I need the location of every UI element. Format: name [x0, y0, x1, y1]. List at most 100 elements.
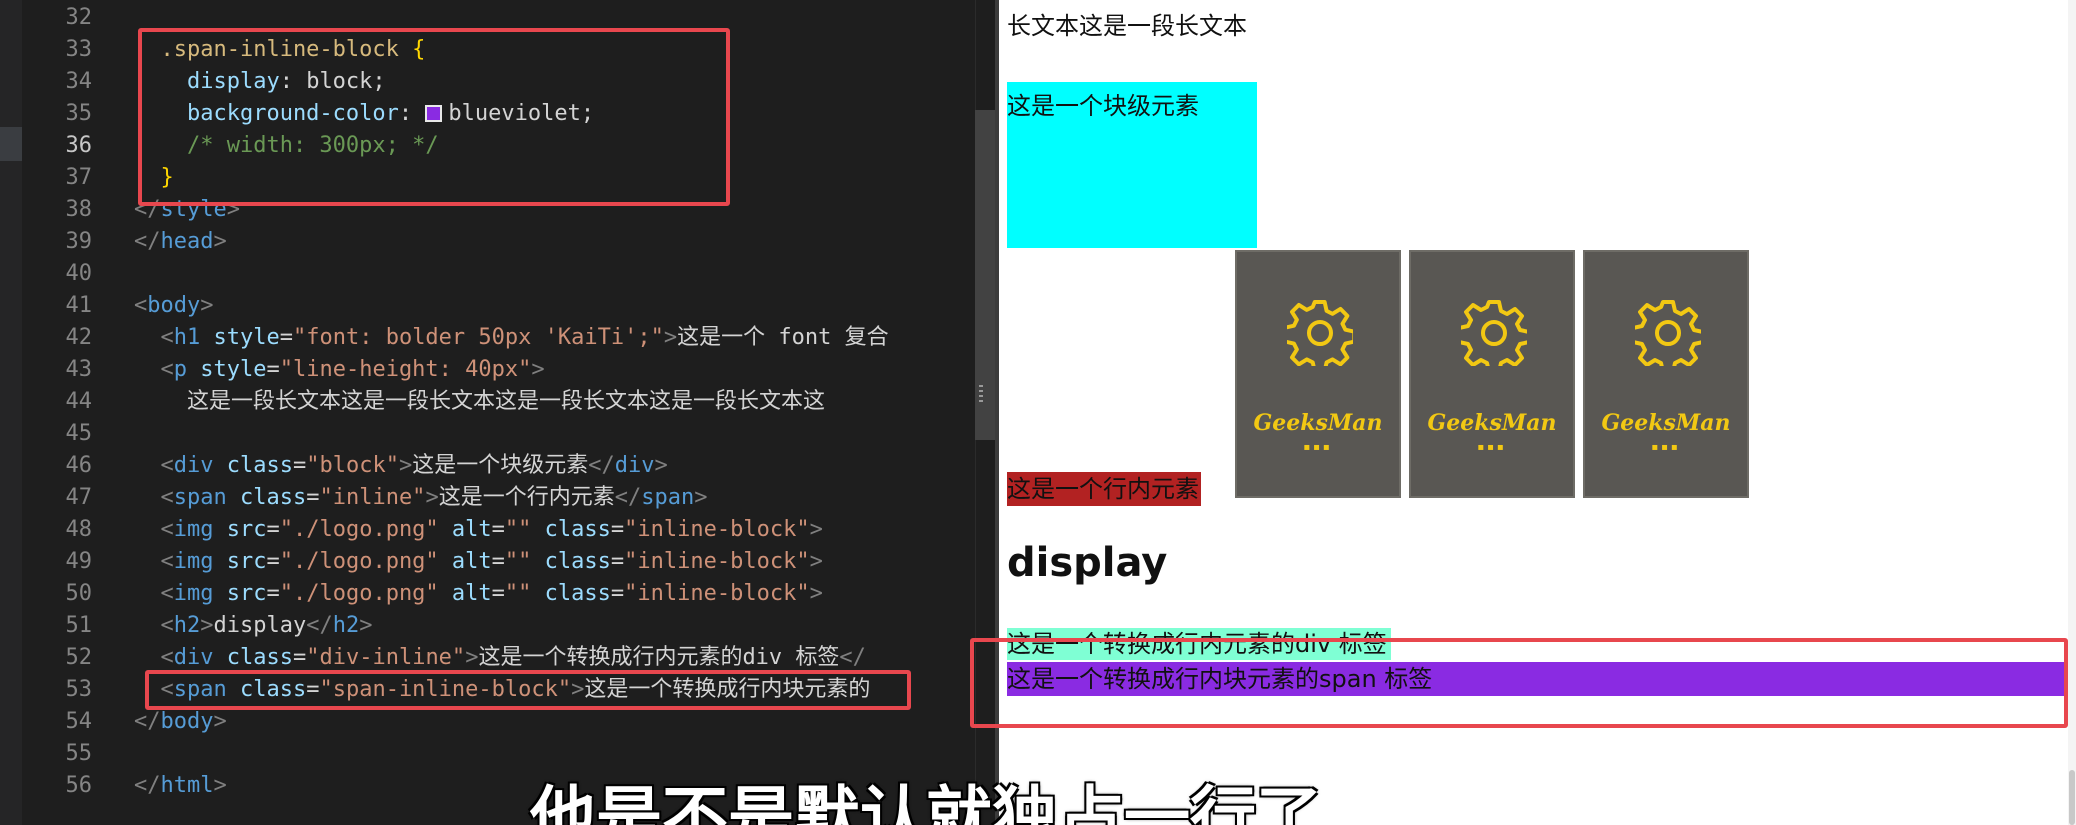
code-line[interactable]: 51 <h2>display</h2> — [0, 610, 995, 642]
code-token: alt — [438, 549, 492, 574]
code-token: "./logo.png" — [279, 549, 439, 574]
code-token: </ — [134, 709, 161, 734]
code-token: = — [306, 485, 320, 510]
code-text[interactable]: <img src="./logo.png" alt="" class="inli… — [134, 546, 822, 578]
code-line[interactable]: 48 <img src="./logo.png" alt="" class="i… — [0, 514, 995, 546]
code-text[interactable]: <body> — [134, 290, 213, 322]
code-token: div — [614, 453, 655, 478]
code-token: "inline" — [319, 485, 426, 510]
code-line[interactable]: 47 <span class="inline">这是一个行内元素</span> — [0, 482, 995, 514]
code-token: class — [531, 581, 611, 606]
code-token: = — [266, 357, 280, 382]
code-token: "block" — [306, 453, 399, 478]
code-line[interactable]: 44 这是一段长文本这是一段长文本这是一段长文本这是一段长文本这 — [0, 386, 995, 418]
code-token: = — [491, 549, 505, 574]
code-token: src — [213, 549, 267, 574]
code-token: display — [213, 613, 307, 638]
logo-dots: ▪▪▪ — [1477, 442, 1507, 453]
code-token: < — [134, 645, 174, 670]
code-token: body — [147, 293, 201, 318]
code-line[interactable]: 41 <body> — [0, 290, 995, 322]
code-token: body — [160, 709, 214, 734]
code-token: alt — [438, 517, 492, 542]
code-token: style — [200, 325, 280, 350]
code-token: </ — [134, 773, 161, 798]
code-token: "line-height: 40px" — [279, 357, 532, 382]
line-number: 38 — [65, 197, 93, 222]
line-number: 55 — [65, 741, 93, 766]
code-token: class — [213, 645, 293, 670]
code-token: > — [809, 581, 823, 606]
code-token: > — [200, 613, 214, 638]
code-token: = — [279, 325, 293, 350]
line-number: 50 — [65, 581, 93, 606]
editor-scroll-thumb[interactable] — [975, 110, 995, 440]
code-text[interactable]: </head> — [134, 226, 227, 258]
gear-icon — [1461, 300, 1527, 366]
code-line[interactable]: 46 <div class="block">这是一个块级元素</div> — [0, 450, 995, 482]
gear-icon — [1635, 300, 1701, 366]
code-token: 这是一个行内元素 — [438, 485, 615, 510]
code-line[interactable]: 42 <h1 style="font: bolder 50px 'KaiTi';… — [0, 322, 995, 354]
code-token: class — [531, 549, 611, 574]
preview-block-label: 这是一个块级元素 — [1007, 92, 1199, 120]
code-token: < — [134, 613, 174, 638]
logo-wordmark: GeeksMan — [1253, 410, 1383, 436]
code-line[interactable]: 49 <img src="./logo.png" alt="" class="i… — [0, 546, 995, 578]
code-token: p — [173, 357, 187, 382]
code-token: </ — [134, 229, 161, 254]
code-token: </ — [614, 485, 642, 510]
code-line[interactable]: 39 </head> — [0, 226, 995, 258]
line-number: 37 — [65, 165, 93, 190]
code-token: img — [173, 581, 214, 606]
code-text[interactable]: <p style="line-height: 40px"> — [134, 354, 544, 386]
code-line[interactable]: 40 — [0, 258, 995, 290]
code-token: = — [292, 453, 307, 478]
code-text[interactable]: </html> — [134, 770, 227, 802]
code-token: = — [610, 517, 625, 542]
code-line[interactable]: 55 — [0, 738, 995, 770]
code-text[interactable]: <h2>display</h2> — [134, 610, 372, 642]
code-token: class — [531, 517, 611, 542]
code-token: 这是一段长文本这是一段长文本这是一段长文本这是一段长文本这 — [134, 389, 825, 414]
code-line[interactable]: 45 — [0, 418, 995, 450]
code-token: = — [292, 645, 307, 670]
code-text[interactable]: <span class="inline">这是一个行内元素</span> — [134, 482, 707, 514]
code-token: 这是一个 font 复合 — [677, 325, 889, 350]
code-line[interactable]: 43 <p style="line-height: 40px"> — [0, 354, 995, 386]
code-token: src — [213, 517, 267, 542]
preview-scrollbar[interactable] — [2068, 0, 2076, 825]
code-token: alt — [438, 581, 492, 606]
code-token: < — [134, 581, 174, 606]
code-line[interactable]: 50 <img src="./logo.png" alt="" class="i… — [0, 578, 995, 610]
code-text[interactable]: <img src="./logo.png" alt="" class="inli… — [134, 578, 823, 610]
code-text[interactable]: <div class="block">这是一个块级元素</div> — [134, 450, 667, 482]
preview-scroll-thumb[interactable] — [2069, 770, 2075, 825]
logo-wordmark: GeeksMan — [1601, 410, 1731, 436]
code-token: < — [134, 453, 174, 478]
code-text[interactable]: <h1 style="font: bolder 50px 'KaiTi';">这… — [134, 322, 889, 354]
code-token: > — [809, 517, 823, 542]
code-token: "" — [504, 581, 532, 606]
line-number: 56 — [65, 773, 93, 798]
code-token: "font: bolder 50px 'KaiTi';" — [292, 325, 664, 350]
logo-wordmark: GeeksMan — [1427, 410, 1557, 436]
code-token: > — [663, 325, 678, 350]
code-text[interactable]: </body> — [134, 706, 227, 738]
code-token: span — [173, 485, 227, 510]
code-token: class — [226, 485, 307, 510]
code-token: "inline-block" — [624, 549, 810, 574]
code-token: div — [173, 453, 214, 478]
code-token: < — [134, 549, 174, 574]
code-text[interactable]: 这是一段长文本这是一段长文本这是一段长文本这是一段长文本这 — [134, 386, 825, 418]
code-token: "" — [504, 517, 532, 542]
code-token: = — [266, 581, 280, 606]
code-line[interactable]: 54 </body> — [0, 706, 995, 738]
code-token: = — [491, 517, 505, 542]
code-token: 这是一个转换成行内元素的div 标签 — [478, 645, 840, 670]
code-token: "" — [504, 549, 532, 574]
line-number: 47 — [65, 485, 93, 510]
code-token: = — [491, 581, 505, 606]
code-text[interactable]: <img src="./logo.png" alt="" class="inli… — [134, 514, 823, 546]
code-token: </ — [588, 453, 615, 478]
